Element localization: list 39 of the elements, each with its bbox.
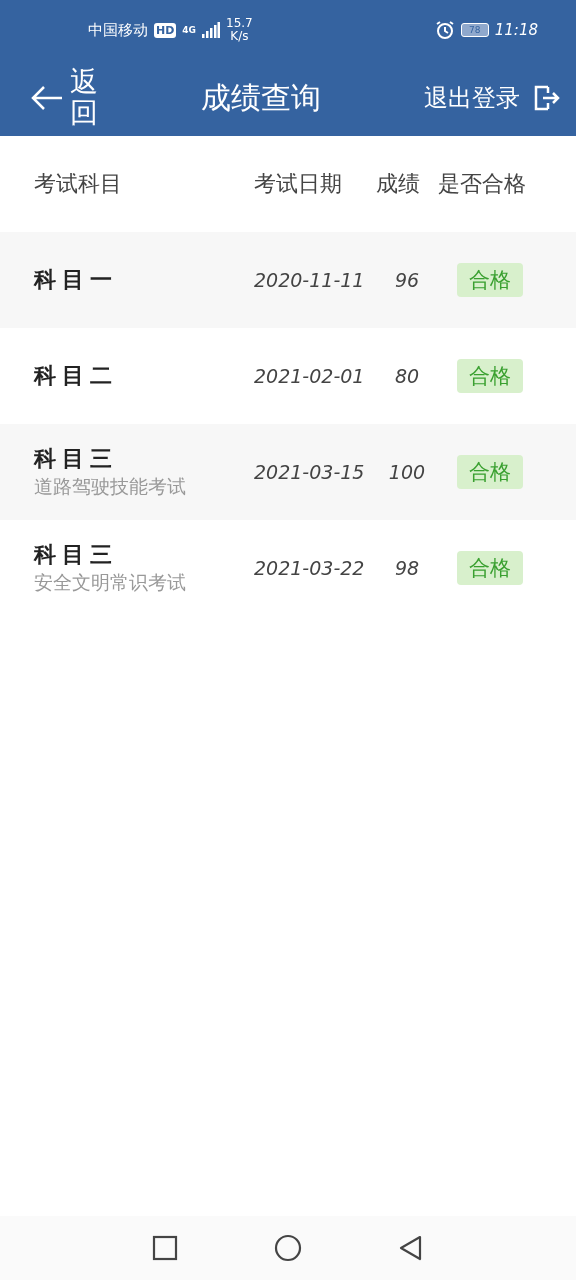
hd-label: HD (154, 22, 177, 38)
subject-name: 科目二 (34, 362, 119, 390)
result-tag: 合格 (457, 263, 523, 297)
subject-name: 科目三 (34, 541, 119, 569)
alarm-icon (434, 20, 455, 40)
subject-detail: 道路驾驶技能考试 (34, 474, 187, 499)
exam-date: 2021-03-15 (254, 461, 366, 483)
home-icon[interactable] (274, 1234, 302, 1262)
result-tag: 合格 (457, 359, 523, 393)
battery-level: 78 (460, 23, 489, 37)
subject-detail: 安全文明常识考试 (34, 570, 187, 595)
column-header: 考试科目 (34, 170, 123, 198)
logout-icon (534, 85, 560, 111)
network-label: 4G (182, 25, 196, 35)
column-header: 是否合格 (438, 170, 527, 198)
speed-unit: K/s (230, 30, 249, 43)
speed-value: 15.7 (226, 17, 253, 30)
back-triangle-icon[interactable] (398, 1235, 424, 1261)
page-title: 成绩查询 (200, 78, 322, 117)
carrier-name: 中国移动 (88, 20, 148, 40)
exam-score: 98 (393, 557, 421, 579)
subject-name: 科目一 (34, 266, 119, 294)
logout-button[interactable]: 退出登录 (424, 83, 560, 113)
back-arrow-icon (30, 85, 64, 111)
subject-name: 科目三 (34, 445, 119, 473)
result-tag: 合格 (457, 551, 523, 585)
column-header: 考试日期 (254, 170, 343, 198)
recent-apps-icon[interactable] (152, 1235, 178, 1261)
column-header: 成绩 (376, 170, 421, 198)
exam-date: 2021-02-01 (254, 365, 366, 387)
clock-time: 11:18 (494, 21, 538, 39)
exam-score: 100 (387, 461, 427, 483)
exam-date: 2021-03-22 (254, 557, 366, 579)
result-tag: 合格 (457, 455, 523, 489)
exam-score: 96 (393, 269, 421, 291)
exam-score: 80 (393, 365, 421, 387)
exam-date: 2020-11-11 (254, 269, 366, 291)
back-button[interactable]: 返回 (30, 67, 98, 129)
signal-icon (202, 22, 220, 38)
